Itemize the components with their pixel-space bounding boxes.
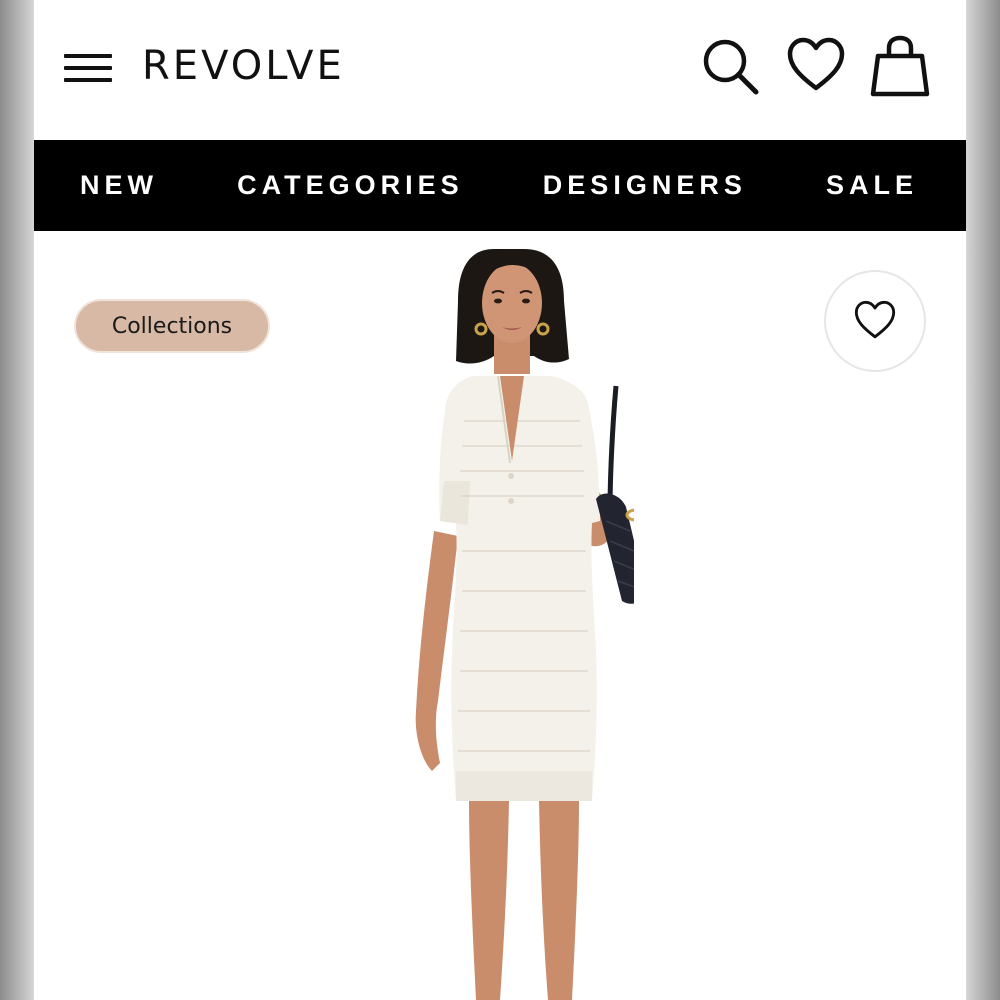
page: REVOLVE NEW CATEGORIES DESIGNERS SALE Co… [34, 0, 966, 1000]
main-nav: NEW CATEGORIES DESIGNERS SALE [34, 140, 966, 231]
product-photo[interactable] [374, 231, 634, 1000]
header: REVOLVE [34, 0, 966, 140]
product-image-area: Collections [34, 231, 966, 1000]
nav-designers[interactable]: DESIGNERS [543, 170, 747, 201]
search-icon[interactable] [698, 34, 762, 98]
nav-new[interactable]: NEW [80, 170, 158, 201]
heart-outline-icon [854, 300, 896, 339]
hamburger-menu-icon[interactable] [64, 50, 114, 86]
model-illustration [415, 249, 634, 1000]
nav-categories[interactable]: CATEGORIES [237, 170, 464, 201]
shopping-bag-icon[interactable] [868, 34, 932, 98]
nav-sale[interactable]: SALE [826, 170, 918, 201]
brand-logo[interactable]: REVOLVE [142, 38, 345, 94]
collections-chip[interactable]: Collections [74, 299, 270, 353]
heart-icon[interactable] [784, 34, 848, 98]
screenshot-frame: REVOLVE NEW CATEGORIES DESIGNERS SALE Co… [0, 0, 1000, 1000]
add-to-favorites-button[interactable] [824, 270, 926, 372]
